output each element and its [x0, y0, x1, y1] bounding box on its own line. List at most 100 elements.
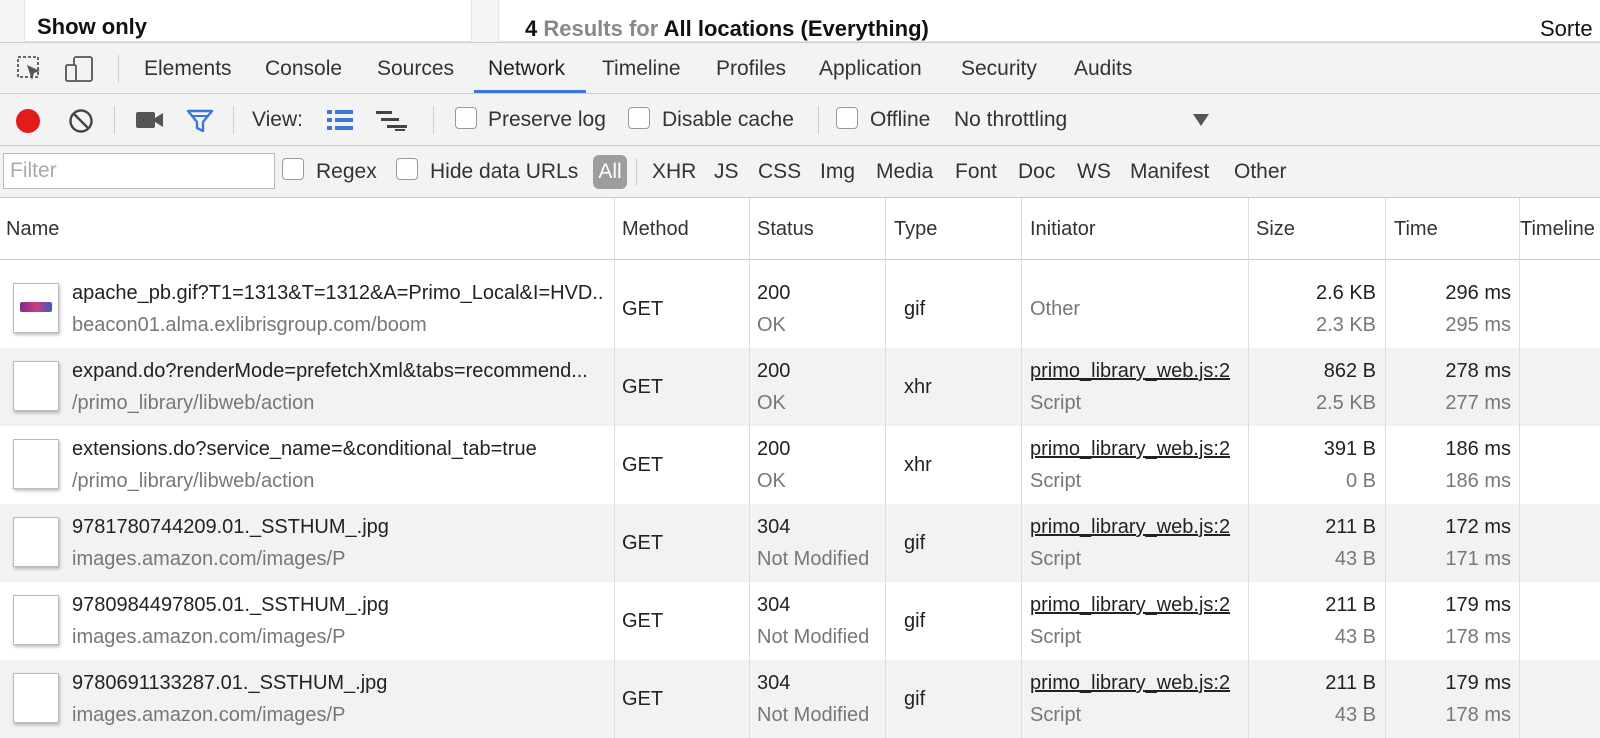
- latency-time: 178 ms: [1445, 704, 1511, 726]
- table-row[interactable]: apache_pb.gif?T1=1313&T=1312&A=Primo_Loc…: [0, 270, 1600, 348]
- request-url-path: images.amazon.com/images/P: [72, 548, 346, 570]
- request-url-path: /primo_library/libweb/action: [72, 392, 315, 414]
- column-header-timeline[interactable]: Timeline: [1520, 218, 1595, 241]
- throttling-select[interactable]: No throttling: [954, 108, 1067, 132]
- tabbar-divider: [118, 55, 119, 83]
- request-type: xhr: [904, 454, 932, 476]
- column-header-name[interactable]: Name: [6, 218, 59, 241]
- request-method: GET: [622, 532, 664, 554]
- status-text: OK: [757, 314, 786, 336]
- tab-sources[interactable]: Sources: [377, 57, 454, 81]
- filter-type-doc[interactable]: Doc: [1018, 160, 1055, 184]
- filterbar-divider: [636, 158, 637, 186]
- offline-label: Offline: [870, 108, 931, 131]
- toolbar-divider: [818, 106, 819, 134]
- transfer-size: 2.6 KB: [1315, 282, 1376, 304]
- column-header-status[interactable]: Status: [757, 218, 814, 241]
- column-header-type[interactable]: Type: [894, 218, 937, 241]
- status-text: Not Modified: [757, 704, 870, 726]
- request-url-path: images.amazon.com/images/P: [72, 704, 346, 726]
- results-label: Results: [543, 16, 623, 41]
- overview-icon[interactable]: [375, 108, 409, 132]
- show-only-heading: Show only: [24, 0, 472, 42]
- initiator-link[interactable]: primo_library_web.js:2: [1030, 360, 1242, 383]
- table-row[interactable]: expand.do?renderMode=prefetchXml&tabs=re…: [0, 348, 1600, 426]
- table-row[interactable]: extensions.do?service_name=&conditional_…: [0, 426, 1600, 504]
- toolbar-divider: [114, 106, 115, 134]
- tab-console[interactable]: Console: [265, 57, 342, 81]
- page-background: Show only 4 Results for All locations (E…: [0, 0, 1600, 42]
- filter-type-ws[interactable]: WS: [1077, 160, 1111, 184]
- request-name: extensions.do?service_name=&conditional_…: [72, 438, 537, 460]
- tab-network[interactable]: Network: [488, 57, 565, 81]
- file-thumbnail-icon: [13, 517, 59, 567]
- disable-cache-checkbox[interactable]: [628, 107, 650, 129]
- chevron-down-icon[interactable]: [1192, 113, 1210, 127]
- filter-icon[interactable]: [186, 108, 214, 134]
- initiator-type: Script: [1030, 626, 1082, 648]
- column-header-initiator[interactable]: Initiator: [1030, 218, 1096, 241]
- active-tab-indicator: [474, 90, 586, 93]
- initiator-link[interactable]: primo_library_web.js:2: [1030, 594, 1242, 617]
- tab-elements[interactable]: Elements: [144, 57, 232, 81]
- total-time: 186 ms: [1445, 438, 1511, 460]
- request-method: GET: [622, 610, 664, 632]
- offline-checkbox[interactable]: [836, 107, 858, 129]
- tab-application[interactable]: Application: [819, 57, 922, 81]
- large-rows-icon[interactable]: [325, 108, 355, 132]
- latency-time: 186 ms: [1445, 470, 1511, 492]
- initiator-link[interactable]: primo_library_web.js:2: [1030, 672, 1242, 695]
- filter-type-js[interactable]: JS: [714, 160, 739, 184]
- hide-data-urls-checkbox[interactable]: [396, 158, 418, 180]
- column-header-size[interactable]: Size: [1256, 218, 1295, 241]
- tab-timeline[interactable]: Timeline: [602, 57, 681, 81]
- filter-type-css[interactable]: CSS: [758, 160, 801, 184]
- status-code: 200: [757, 360, 791, 382]
- status-text: OK: [757, 392, 786, 414]
- request-type: gif: [904, 532, 926, 554]
- latency-time: 178 ms: [1445, 626, 1511, 648]
- inspect-element-icon[interactable]: [16, 55, 44, 83]
- status-text: Not Modified: [757, 626, 870, 648]
- total-time: 172 ms: [1445, 516, 1511, 538]
- device-toolbar-icon[interactable]: [64, 55, 94, 83]
- filter-type-xhr[interactable]: XHR: [652, 160, 696, 184]
- tab-profiles[interactable]: Profiles: [716, 57, 786, 81]
- column-header-method[interactable]: Method: [622, 218, 689, 241]
- network-toolbar: View: Preserve log Disable cache Offline…: [0, 94, 1600, 146]
- filter-input[interactable]: [3, 153, 275, 189]
- initiator-link[interactable]: primo_library_web.js:2: [1030, 438, 1242, 461]
- table-row[interactable]: 9780691133287.01._SSTHUM_.jpg images.amaz…: [0, 660, 1600, 738]
- filter-type-font[interactable]: Font: [955, 160, 997, 184]
- results-summary: 4 Results for All locations (Everything): [498, 0, 1600, 42]
- file-thumbnail-icon: [13, 283, 59, 333]
- initiator-link[interactable]: primo_library_web.js:2: [1030, 516, 1242, 539]
- table-row[interactable]: 9781780744209.01._SSTHUM_.jpg images.amaz…: [0, 504, 1600, 582]
- capture-screenshots-icon[interactable]: [135, 109, 165, 131]
- total-time: 179 ms: [1445, 672, 1511, 694]
- initiator: Other: [1030, 298, 1081, 320]
- filter-type-other[interactable]: Other: [1234, 160, 1287, 184]
- file-thumbnail-icon: [13, 361, 59, 411]
- regex-checkbox[interactable]: [282, 158, 304, 180]
- column-header-time[interactable]: Time: [1394, 218, 1438, 241]
- filter-type-media[interactable]: Media: [876, 160, 933, 184]
- tab-security[interactable]: Security: [961, 57, 1037, 81]
- clear-icon[interactable]: [67, 107, 95, 135]
- toolbar-divider: [233, 106, 234, 134]
- view-label: View:: [252, 108, 303, 131]
- table-row[interactable]: 9780984497805.01._SSTHUM_.jpg images.amaz…: [0, 582, 1600, 660]
- preserve-log-checkbox[interactable]: [455, 107, 477, 129]
- filter-type-all[interactable]: All: [593, 155, 627, 189]
- request-type: gif: [904, 298, 926, 320]
- tab-audits[interactable]: Audits: [1074, 57, 1132, 81]
- filter-type-manifest[interactable]: Manifest: [1130, 160, 1209, 184]
- status-code: 200: [757, 282, 791, 304]
- filter-type-img[interactable]: Img: [820, 160, 855, 184]
- status-code: 304: [757, 672, 791, 694]
- file-thumbnail-icon: [13, 673, 59, 723]
- request-name: 9780984497805.01._SSTHUM_.jpg: [72, 594, 389, 616]
- initiator-type: Script: [1030, 548, 1082, 570]
- sort-label[interactable]: Sorte: [1540, 16, 1593, 42]
- record-icon[interactable]: [14, 107, 42, 135]
